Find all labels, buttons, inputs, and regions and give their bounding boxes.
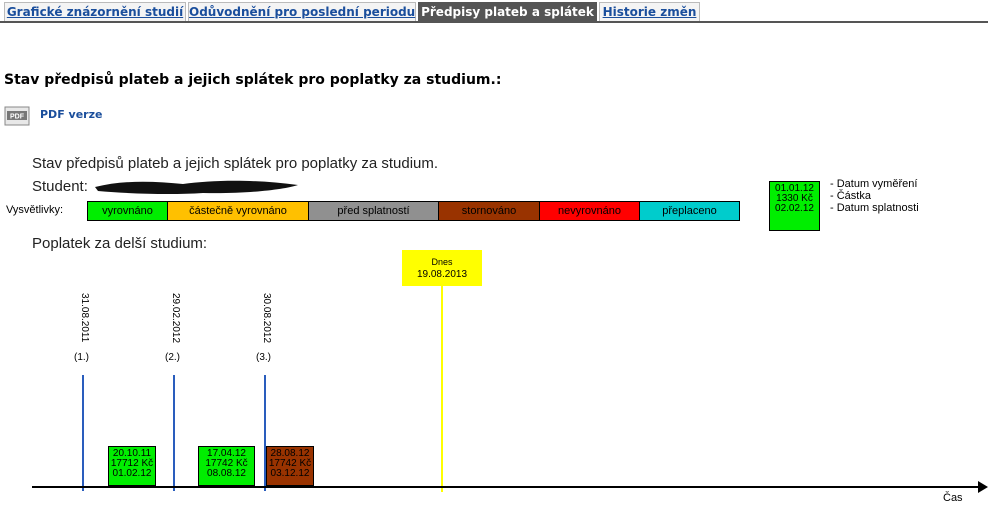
tab-bar: Grafické znázornění studií Odůvodnění pr…	[0, 0, 988, 22]
payment-line: 08.08.12	[207, 468, 246, 479]
legend-pred-splatnosti: před splatností	[308, 201, 439, 221]
time-axis-arrow	[978, 481, 988, 493]
period-date: 30.08.2012	[261, 293, 272, 344]
payment-box[interactable]: 20.10.11 17712 Kč 01.02.12	[108, 446, 156, 486]
tab-graficke-znazorneni[interactable]: Grafické znázornění studií	[4, 2, 186, 21]
page-heading: Stav předpisů plateb a jejich splátek pr…	[4, 72, 502, 88]
legend-vyrovnano: vyrovnáno	[87, 201, 168, 221]
tab-oduvodneni[interactable]: Odůvodnění pro poslední periodu	[188, 2, 416, 21]
section-title: Poplatek za delší studium:	[32, 235, 208, 252]
tab-predpisy-plateb[interactable]: Předpisy plateb a splátek	[418, 2, 597, 21]
payment-line: 01.02.12	[112, 468, 152, 479]
key-line: 02.02.12	[775, 203, 814, 214]
period-line	[82, 375, 84, 491]
key-desc-castka: - Částka	[830, 190, 871, 202]
period-date: 31.08.2011	[79, 293, 90, 343]
today-line	[441, 286, 443, 492]
redacted-student-name	[93, 178, 303, 196]
tab-underline	[0, 21, 988, 23]
period-number: (2.)	[165, 352, 180, 363]
pdf-icon[interactable]: PDF	[4, 106, 32, 126]
today-marker: Dnes 19.08.2013	[402, 250, 482, 286]
payment-box[interactable]: 17.04.12 17742 Kč 08.08.12	[198, 446, 255, 486]
time-axis-label: Čas	[943, 492, 963, 504]
period-line	[173, 375, 175, 491]
period-number: (3.)	[256, 352, 271, 363]
today-label: Dnes	[431, 257, 453, 267]
legend-label: Vysvětlivky:	[6, 204, 64, 216]
legend-stornovano: stornováno	[438, 201, 540, 221]
chart-title: Stav předpisů plateb a jejich splátek pr…	[32, 155, 439, 172]
payment-line: 03.12.12	[270, 468, 310, 479]
svg-text:PDF: PDF	[10, 114, 25, 121]
student-label: Student:	[32, 178, 88, 195]
legend-preplaceno: přeplaceno	[639, 201, 740, 221]
time-axis	[32, 486, 982, 488]
payment-box[interactable]: 28.08.12 17742 Kč 03.12.12	[266, 446, 314, 486]
period-date: 29.02.2012	[170, 293, 181, 344]
legend-nevyrovnano: nevyrovnáno	[539, 201, 640, 221]
key-desc-datum-vymereni: - Datum vyměření	[830, 178, 918, 190]
today-date: 19.08.2013	[416, 269, 468, 280]
tab-historie-zmen[interactable]: Historie změn	[599, 2, 700, 21]
period-number: (1.)	[74, 352, 89, 363]
pdf-version-link[interactable]: PDF verze	[40, 108, 102, 121]
key-sample-box: 01.01.12 1330 Kč 02.02.12	[769, 181, 820, 231]
legend-castecne-vyrovnano: částečně vyrovnáno	[167, 201, 309, 221]
key-desc-datum-splatnosti: - Datum splatnosti	[830, 202, 919, 214]
